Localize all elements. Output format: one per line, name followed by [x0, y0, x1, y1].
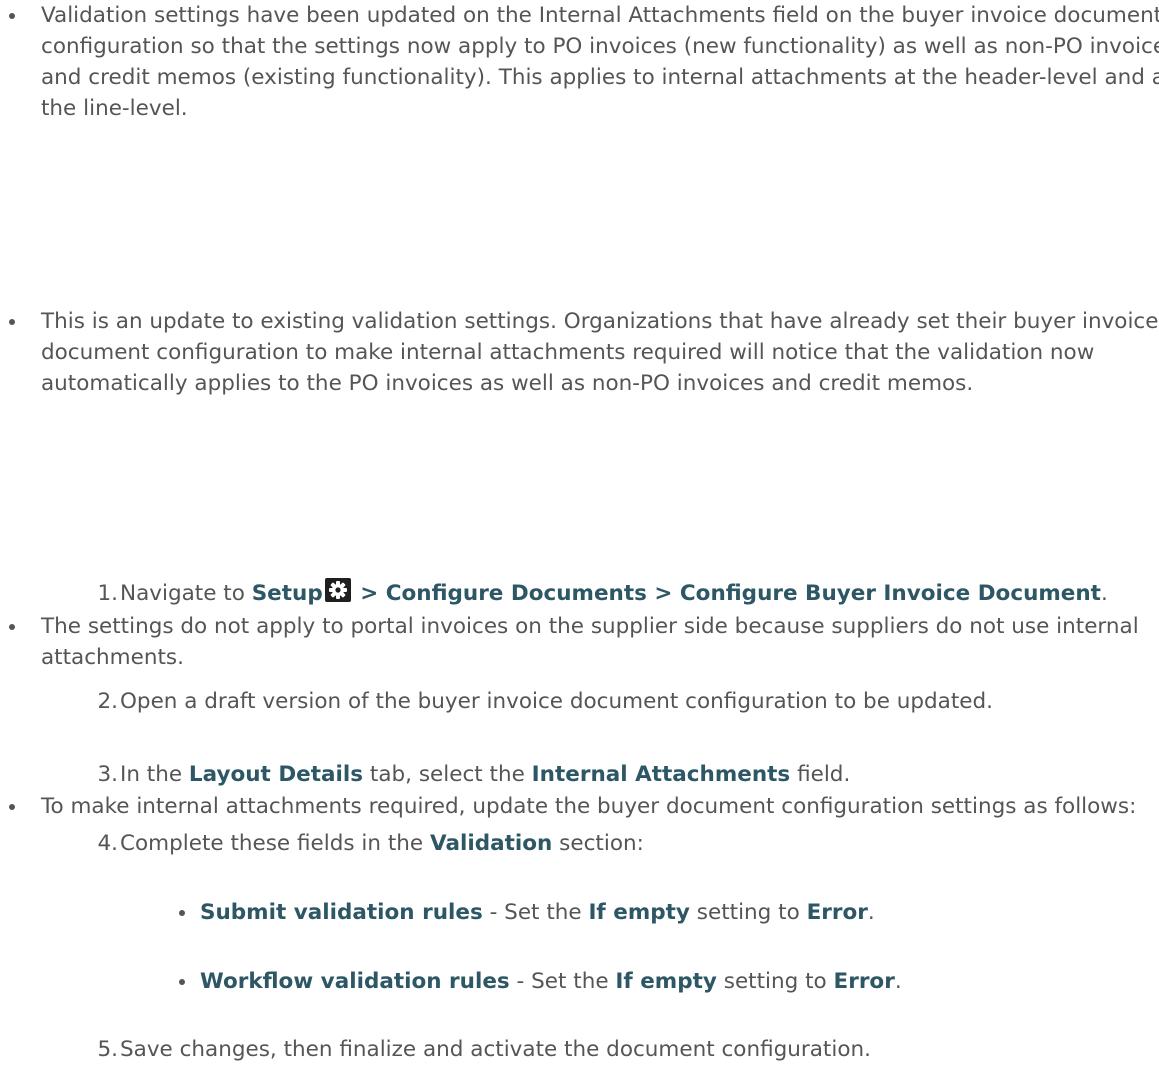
step-text: Complete these fields in the Validation … — [120, 828, 1120, 859]
step-number: 2. — [97, 689, 118, 714]
step-number: 1. — [97, 581, 118, 606]
bullet-text: To make internal attachments required, u… — [41, 794, 1137, 819]
step-text-mid: tab, select the — [363, 762, 532, 787]
step-text: Open a draft version of the buyer invoic… — [120, 689, 993, 714]
step-text-post: section: — [552, 831, 644, 856]
internal-attachments-field-label: Internal Attachments — [531, 762, 791, 787]
sub-item-workflow-rules: Workflow validation rules - Set the If e… — [170, 966, 1159, 997]
config-path: > Configure Documents > Configure Buyer … — [352, 581, 1101, 606]
step-text: Navigate to Setup > Configure Documents … — [120, 578, 1120, 609]
setup-label: Setup — [251, 581, 323, 606]
step-text-post: . — [1100, 581, 1108, 606]
release-notes-content: Validation settings have been updated on… — [0, 0, 1159, 1062]
bullet-item: This is an update to existing validation… — [0, 306, 1159, 399]
layout-details-tab-label: Layout Details — [188, 762, 364, 787]
step-text-pre: Navigate to — [120, 581, 252, 606]
step-text: Save changes, then finalize and activate… — [120, 1037, 871, 1062]
sub-text-end: . — [894, 969, 902, 994]
gear-icon — [324, 578, 351, 602]
setting-value: Error — [806, 900, 868, 925]
sub-text-to: setting to — [716, 969, 834, 994]
bullet-item: Validation settings have been updated on… — [0, 0, 1159, 124]
sub-item-submit-rules: Submit validation rules - Set the If emp… — [170, 897, 1159, 928]
step-number: 3. — [97, 762, 118, 787]
bullet-item: The settings do not apply to portal invo… — [0, 611, 1159, 673]
sub-text-end: . — [867, 900, 875, 925]
sub-text-mid: - Set the — [482, 900, 589, 925]
setting-name: If empty — [588, 900, 690, 925]
bullet-text: Validation settings have been updated on… — [41, 3, 1159, 121]
rule-name: Submit validation rules — [200, 900, 483, 925]
step-number: 5. — [97, 1037, 118, 1062]
bullet-text: The settings do not apply to portal invo… — [41, 614, 1139, 670]
step-text-pre: In the — [120, 762, 189, 787]
sub-text-to: setting to — [689, 900, 807, 925]
sub-text-mid: - Set the — [509, 969, 616, 994]
setting-name: If empty — [615, 969, 717, 994]
rule-name: Workflow validation rules — [200, 969, 510, 994]
step-text-post: field. — [790, 762, 851, 787]
bullet-list: Validation settings have been updated on… — [0, 0, 1159, 819]
step-text-pre: Complete these fields in the — [120, 831, 430, 856]
validation-section-label: Validation — [429, 831, 553, 856]
bullet-item: To make internal attachments required, u… — [0, 791, 1159, 822]
setting-value: Error — [833, 969, 895, 994]
step-text: In the Layout Details tab, select the In… — [120, 759, 1120, 790]
step-number: 4. — [97, 831, 118, 856]
bullet-text: This is an update to existing validation… — [41, 309, 1159, 396]
